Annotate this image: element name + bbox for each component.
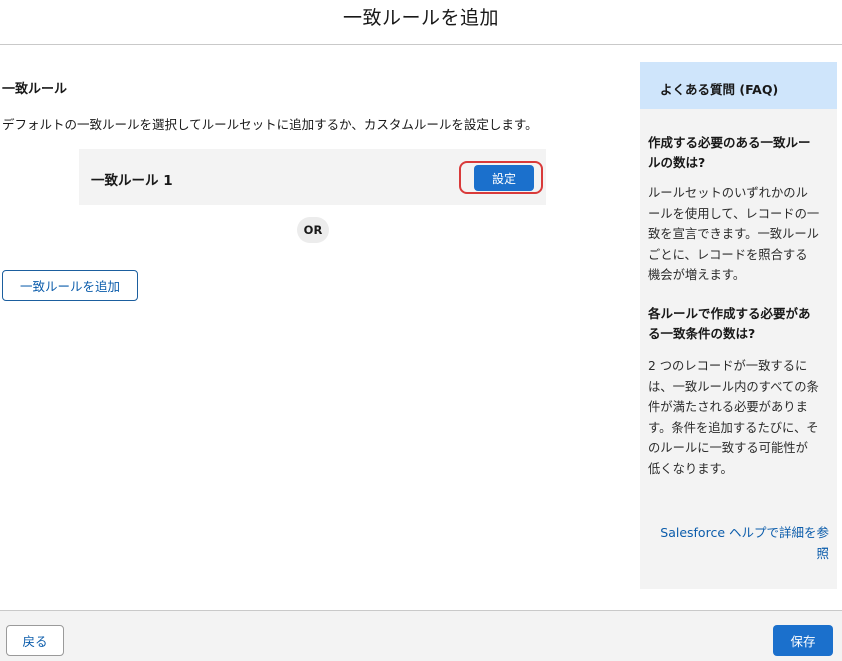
faq-question-line: ルの数は? xyxy=(648,155,706,170)
faq-answer-line: は、一致ルール内のすべての条 xyxy=(648,379,819,394)
back-button[interactable]: 戻る xyxy=(6,625,64,656)
faq-question-2: 各ルールで作成する必要があ る一致条件の数は? xyxy=(648,304,828,344)
faq-answer-line: す。条件を追加するたびに、そ xyxy=(648,420,819,435)
faq-answer-line: ルールセットのいずれかのル xyxy=(648,186,808,200)
faq-panel: よくある質問 (FAQ) 作成する必要のある一致ルー ルの数は? ルールセットの… xyxy=(640,62,837,589)
section-title: 一致ルール xyxy=(2,82,68,97)
faq-question-1: 作成する必要のある一致ルー ルの数は? xyxy=(648,133,828,173)
main-content: 一致ルール デフォルトの一致ルールを選択してルールセットに追加するか、カスタムル… xyxy=(0,44,630,610)
rule-card-label: 一致ルール 1 xyxy=(91,173,173,189)
help-link-line[interactable]: Salesforce ヘルプで詳細を参 xyxy=(652,522,829,543)
modal-header: 一致ルールを追加 xyxy=(0,0,842,45)
faq-answer-line: 致を宣言できます。一致ルール xyxy=(648,227,819,241)
faq-answer-1: ルールセットのいずれかのル ールを使用して、レコードの一 致を宣言できます。一致… xyxy=(648,183,830,286)
faq-question-line: る一致条件の数は? xyxy=(648,326,756,341)
help-link[interactable]: Salesforce ヘルプで詳細を参 照 xyxy=(652,522,829,564)
faq-header: よくある質問 (FAQ) xyxy=(640,62,837,109)
help-link-line[interactable]: 照 xyxy=(652,543,829,564)
faq-answer-line: ごとに、レコードを照合する xyxy=(648,247,808,262)
modal-footer: 戻る 保存 xyxy=(0,610,842,661)
save-button[interactable]: 保存 xyxy=(773,625,833,656)
faq-answer-line: 機会が増えます。 xyxy=(648,268,746,282)
faq-answer-2: 2 つのレコードが一致するに は、一致ルール内のすべての条 件が満たされる必要が… xyxy=(648,356,830,479)
section-description: デフォルトの一致ルールを選択してルールセットに追加するか、カスタムルールを設定し… xyxy=(2,117,538,132)
or-divider-badge: OR xyxy=(297,217,329,243)
faq-question-line: 各ルールで作成する必要があ xyxy=(648,306,811,321)
faq-answer-line: ールを使用して、レコードの一 xyxy=(648,206,820,221)
faq-answer-line: 低くなります。 xyxy=(648,461,733,476)
settings-button[interactable]: 設定 xyxy=(474,165,534,191)
page-title: 一致ルールを追加 xyxy=(342,7,499,29)
faq-question-line: 作成する必要のある一致ルー xyxy=(648,135,811,150)
faq-answer-line: のルールに一致する可能性が xyxy=(648,441,808,455)
faq-answer-line: 2 つのレコードが一致するに xyxy=(648,359,808,373)
add-match-rule-button[interactable]: 一致ルールを追加 xyxy=(2,270,138,301)
faq-title: よくある質問 (FAQ) xyxy=(660,82,779,97)
faq-answer-line: 件が満たされる必要がありま xyxy=(648,400,808,414)
